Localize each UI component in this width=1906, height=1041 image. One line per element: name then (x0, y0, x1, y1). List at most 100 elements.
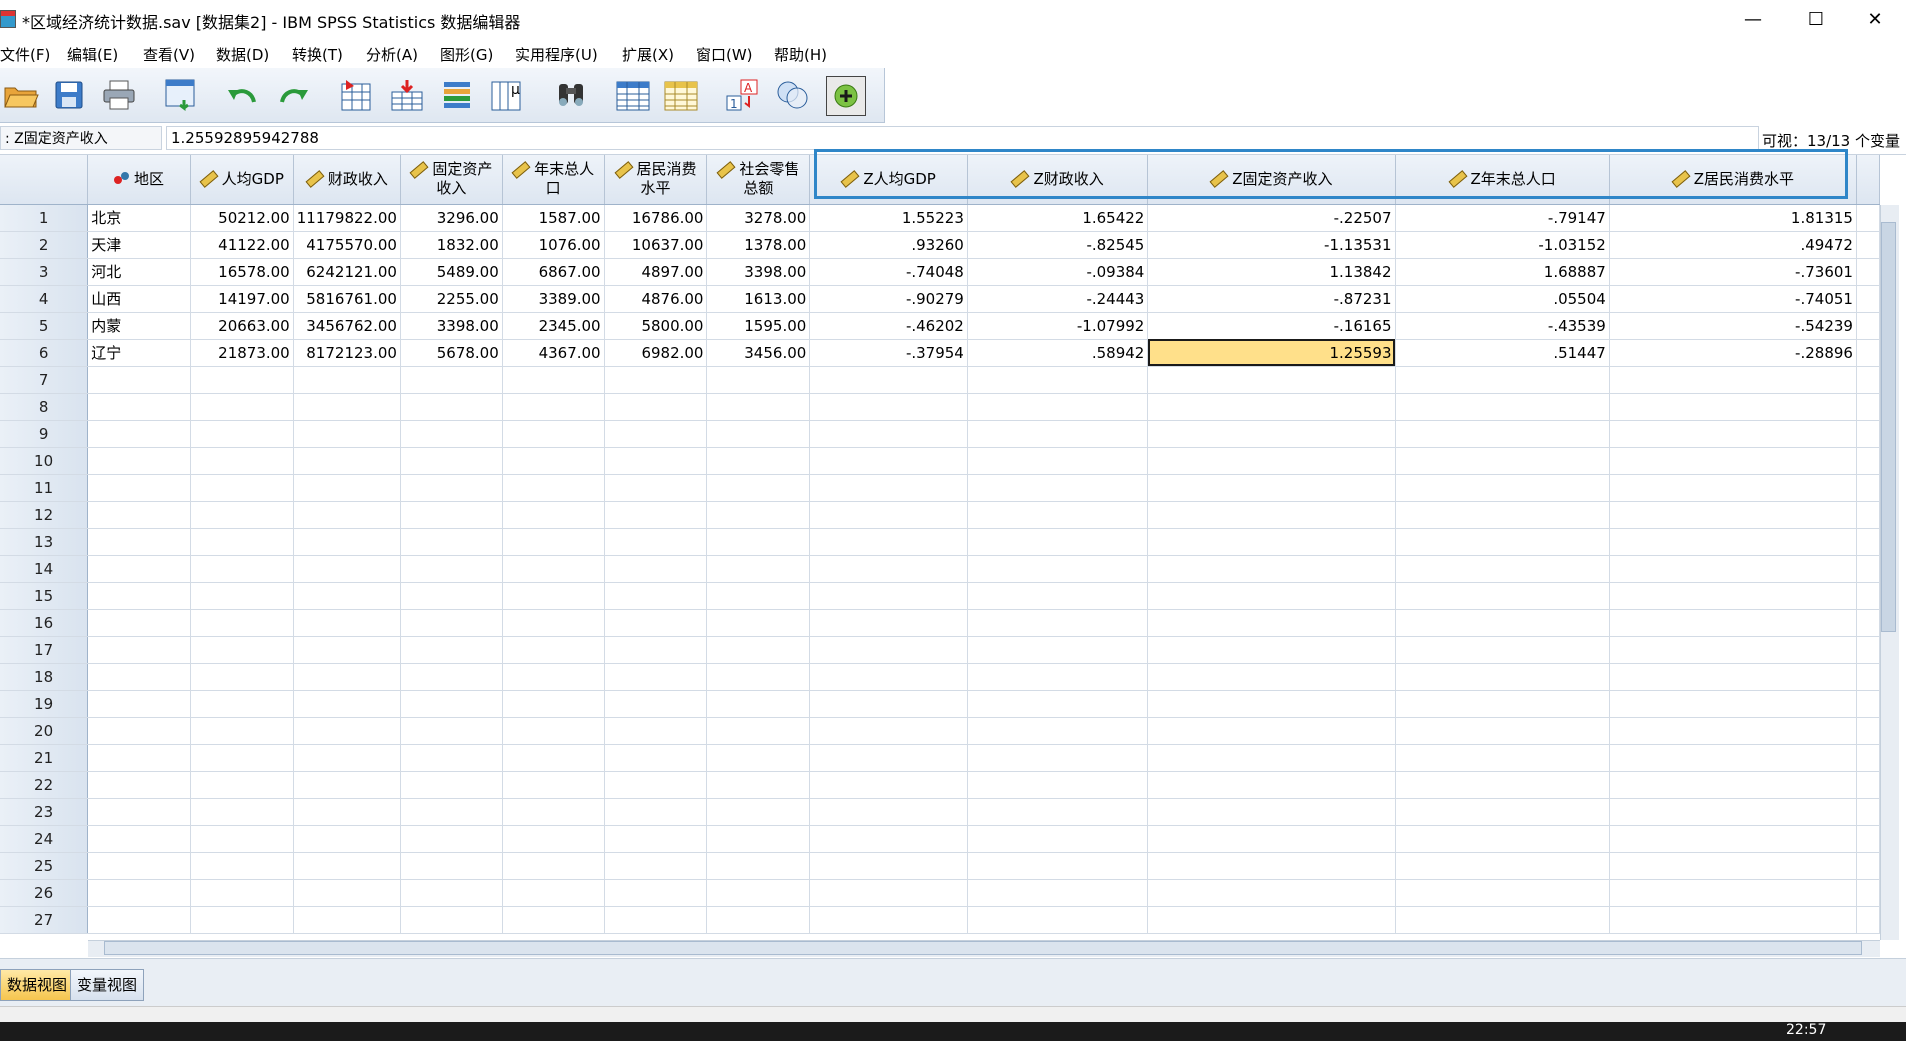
data-cell[interactable] (400, 420, 503, 448)
data-cell[interactable] (809, 393, 968, 421)
data-cell[interactable]: 16786.00 (604, 204, 708, 232)
data-cell[interactable] (809, 474, 968, 502)
data-cell[interactable] (706, 906, 811, 934)
data-cell[interactable] (87, 690, 191, 718)
row-number[interactable]: 26 (0, 879, 89, 907)
data-cell[interactable] (967, 825, 1149, 853)
menu-graphs[interactable]: 图形(G) (440, 44, 493, 65)
data-cell[interactable]: 5678.00 (400, 339, 503, 367)
data-cell[interactable] (87, 501, 191, 529)
data-cell[interactable] (1147, 582, 1396, 610)
data-cell[interactable] (293, 636, 401, 664)
data-cell[interactable]: -.73601 (1609, 258, 1857, 286)
data-cell[interactable]: 1076.00 (502, 231, 605, 259)
data-cell[interactable] (706, 474, 811, 502)
data-cell[interactable] (967, 609, 1149, 637)
data-cell[interactable] (1147, 825, 1396, 853)
row-number[interactable]: 27 (0, 906, 89, 934)
data-cell[interactable]: -.74048 (809, 258, 968, 286)
data-cell[interactable] (293, 609, 401, 637)
data-cell[interactable]: 10637.00 (604, 231, 708, 259)
data-cell[interactable]: 3456.00 (706, 339, 811, 367)
data-cell[interactable] (293, 393, 401, 421)
data-cell[interactable] (604, 690, 708, 718)
data-cell[interactable] (604, 393, 708, 421)
row-number[interactable]: 7 (0, 366, 89, 394)
data-cell[interactable] (293, 663, 401, 691)
data-cell[interactable]: 2255.00 (400, 285, 503, 313)
data-cell[interactable]: 6242121.00 (293, 258, 401, 286)
data-cell[interactable] (293, 825, 401, 853)
data-cell[interactable] (967, 690, 1149, 718)
data-cell[interactable]: .49472 (1609, 231, 1857, 259)
data-cell[interactable] (190, 609, 294, 637)
data-cell[interactable] (1147, 690, 1396, 718)
data-cell[interactable] (809, 744, 968, 772)
data-cell[interactable]: 50212.00 (190, 204, 294, 232)
data-cell[interactable] (502, 366, 605, 394)
data-cell[interactable]: -.54239 (1609, 312, 1857, 340)
data-cell[interactable] (87, 582, 191, 610)
data-cell[interactable] (400, 501, 503, 529)
row-number[interactable]: 8 (0, 393, 89, 421)
data-cell[interactable] (293, 798, 401, 826)
data-cell[interactable]: 3398.00 (706, 258, 811, 286)
data-cell[interactable] (1609, 906, 1857, 934)
redo-icon[interactable] (274, 76, 312, 114)
data-cell[interactable] (604, 501, 708, 529)
row-number[interactable]: 23 (0, 798, 89, 826)
data-cell[interactable] (706, 852, 811, 880)
column-header[interactable]: Z年末总人口 (1395, 155, 1610, 205)
data-cell[interactable] (967, 528, 1149, 556)
data-cell[interactable]: 1587.00 (502, 204, 605, 232)
data-cell[interactable] (1609, 501, 1857, 529)
data-cell[interactable] (190, 825, 294, 853)
data-cell[interactable] (502, 690, 605, 718)
data-cell[interactable] (400, 582, 503, 610)
column-header[interactable]: Z人均GDP (809, 155, 968, 205)
cell-value-input[interactable]: 1.25592895942788 (166, 126, 1759, 150)
data-cell[interactable] (293, 744, 401, 772)
data-cell[interactable] (293, 771, 401, 799)
data-cell[interactable] (967, 582, 1149, 610)
data-cell[interactable] (87, 852, 191, 880)
data-cell[interactable] (87, 636, 191, 664)
data-cell[interactable] (1609, 690, 1857, 718)
data-cell[interactable] (1609, 663, 1857, 691)
data-cell[interactable]: -.28896 (1609, 339, 1857, 367)
data-cell[interactable] (1395, 555, 1610, 583)
column-header[interactable]: 财政收入 (293, 155, 401, 205)
data-cell[interactable] (1147, 555, 1396, 583)
data-cell[interactable] (706, 555, 811, 583)
data-cell[interactable] (502, 582, 605, 610)
print-icon[interactable] (100, 76, 138, 114)
data-cell[interactable] (967, 879, 1149, 907)
data-cell[interactable] (604, 825, 708, 853)
data-cell[interactable] (1609, 528, 1857, 556)
data-cell[interactable] (1395, 447, 1610, 475)
data-cell[interactable] (706, 393, 811, 421)
data-cell[interactable] (967, 798, 1149, 826)
row-header-corner[interactable] (0, 155, 89, 205)
data-cell[interactable] (1147, 717, 1396, 745)
data-cell[interactable] (190, 744, 294, 772)
open-icon[interactable] (2, 76, 40, 114)
row-number[interactable]: 4 (0, 285, 89, 313)
data-cell[interactable] (87, 609, 191, 637)
data-cell[interactable] (87, 366, 191, 394)
data-cell[interactable]: .05504 (1395, 285, 1610, 313)
data-cell[interactable] (809, 366, 968, 394)
column-header-empty[interactable] (1856, 155, 1880, 205)
data-cell[interactable]: 内蒙 (87, 312, 191, 340)
row-number[interactable]: 22 (0, 771, 89, 799)
row-number[interactable]: 9 (0, 420, 89, 448)
data-cell[interactable]: 6867.00 (502, 258, 605, 286)
data-cell[interactable] (604, 771, 708, 799)
data-cell[interactable]: 辽宁 (87, 339, 191, 367)
data-cell[interactable] (293, 906, 401, 934)
data-cell[interactable] (1395, 852, 1610, 880)
data-cell[interactable]: -1.13531 (1147, 231, 1396, 259)
data-cell[interactable] (604, 474, 708, 502)
data-cell[interactable] (967, 852, 1149, 880)
data-cell[interactable] (190, 717, 294, 745)
